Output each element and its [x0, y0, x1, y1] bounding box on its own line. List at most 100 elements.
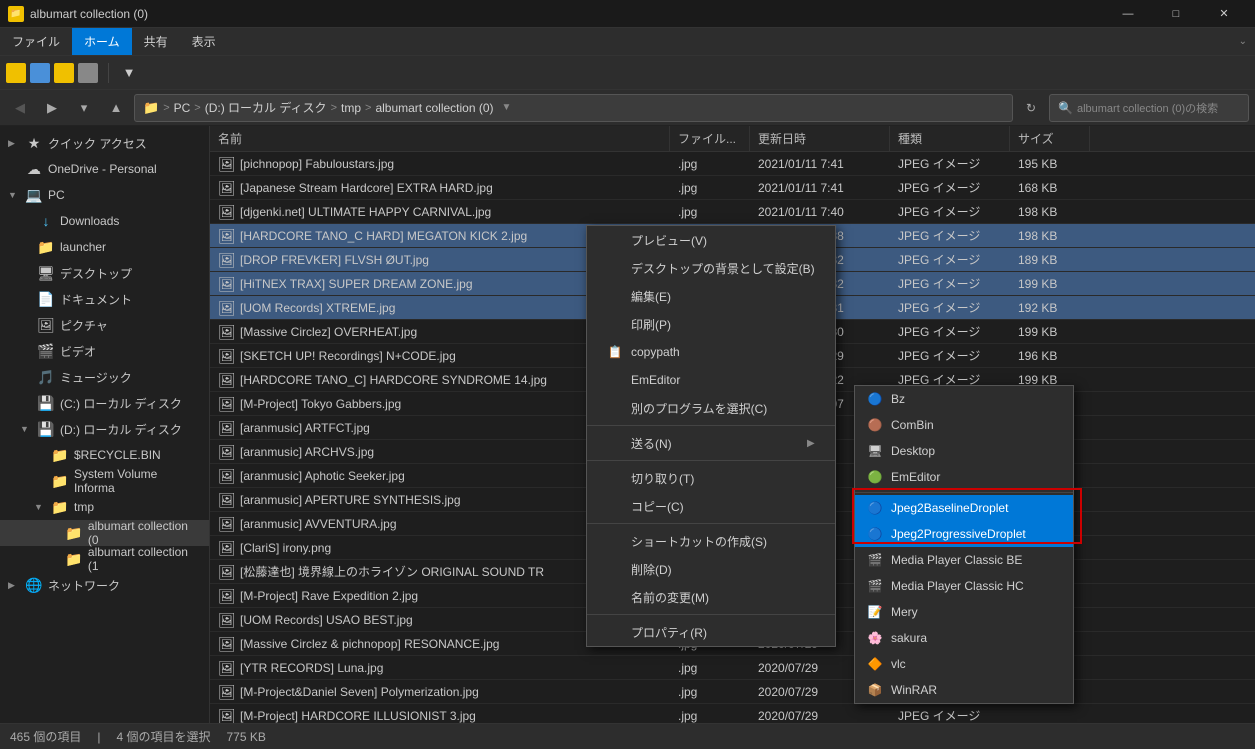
- sidebar-label-launcher: launcher: [60, 240, 106, 254]
- sidebar-label-albumart1: albumart collection (1: [88, 545, 201, 573]
- context-menu-item[interactable]: 別のプログラムを選択(C): [587, 394, 835, 422]
- submenu-item[interactable]: 🔵 Jpeg2BaselineDroplet: [855, 495, 1073, 521]
- sidebar-label-recycle: $RECYCLE.BIN: [74, 448, 161, 462]
- window-controls[interactable]: — □ ✕: [1105, 0, 1247, 28]
- nav-recent-button[interactable]: ▾: [70, 94, 98, 122]
- file-icon: 🖼: [218, 228, 234, 244]
- submenu-item[interactable]: 🎬 Media Player Classic BE: [855, 547, 1073, 573]
- path-current[interactable]: albumart collection (0): [375, 101, 493, 115]
- file-icon: 🖼: [218, 708, 234, 724]
- file-size-cell: 198 KB: [1010, 205, 1090, 219]
- submenu-item[interactable]: 🔵 Bz: [855, 386, 1073, 412]
- submenu-item[interactable]: 📦 WinRAR: [855, 677, 1073, 703]
- submenu-app-label: vlc: [891, 657, 906, 671]
- submenu-app-label: Bz: [891, 392, 905, 406]
- sidebar-item-quick-access[interactable]: ▶ ★ クイック アクセス: [0, 130, 209, 156]
- sidebar-item-local-d[interactable]: ▼ 💾 (D:) ローカル ディスク: [0, 416, 209, 442]
- context-menu-item[interactable]: プレビュー(V): [587, 226, 835, 254]
- sidebar-item-tmp[interactable]: ▼ 📁 tmp: [0, 494, 209, 520]
- context-menu-item[interactable]: 切り取り(T): [587, 464, 835, 492]
- nav-forward-button[interactable]: ▶: [38, 94, 66, 122]
- close-button[interactable]: ✕: [1201, 0, 1247, 28]
- sidebar-item-network[interactable]: ▶ 🌐 ネットワーク: [0, 572, 209, 598]
- sidebar-item-videos[interactable]: 🎬 ビデオ: [0, 338, 209, 364]
- toolbar-down-icon[interactable]: ▼: [115, 59, 143, 87]
- table-row[interactable]: 🖼 [Japanese Stream Hardcore] EXTRA HARD.…: [210, 176, 1255, 200]
- submenu-app-label: Mery: [891, 605, 918, 619]
- sidebar-label-sysvolume: System Volume Informa: [74, 467, 201, 495]
- search-box[interactable]: 🔍 albumart collection (0)の検索: [1049, 94, 1249, 122]
- address-path[interactable]: 📁 > PC > (D:) ローカル ディスク > tmp > albumart…: [134, 94, 1013, 122]
- context-item-icon: [607, 470, 623, 486]
- context-menu-item[interactable]: 📋 copypath: [587, 338, 835, 366]
- sidebar-item-documents[interactable]: 📄 ドキュメント: [0, 286, 209, 312]
- submenu-item[interactable]: 🟢 EmEditor: [855, 464, 1073, 490]
- submenu-item[interactable]: 📝 Mery: [855, 599, 1073, 625]
- context-item-icon: [607, 589, 623, 605]
- submenu-item[interactable]: 🟤 ComBin: [855, 412, 1073, 438]
- sidebar-item-pictures[interactable]: 🖼 ピクチャ: [0, 312, 209, 338]
- nav-up-button[interactable]: ▲: [102, 94, 130, 122]
- header-date[interactable]: 更新日時: [750, 126, 890, 151]
- sidebar-item-local-c[interactable]: 💾 (C:) ローカル ディスク: [0, 390, 209, 416]
- context-menu-item[interactable]: 印刷(P): [587, 310, 835, 338]
- sidebar-item-onedrive[interactable]: ☁ OneDrive - Personal: [0, 156, 209, 182]
- sidebar-item-albumart1[interactable]: 📁 albumart collection (1: [0, 546, 209, 572]
- sidebar-item-albumart0[interactable]: 📁 albumart collection (0: [0, 520, 209, 546]
- menu-file[interactable]: ファイル: [0, 28, 72, 55]
- minimize-button[interactable]: —: [1105, 0, 1151, 28]
- table-row[interactable]: 🖼 [djgenki.net] ULTIMATE HAPPY CARNIVAL.…: [210, 200, 1255, 224]
- header-name[interactable]: 名前: [210, 126, 670, 151]
- file-name: [aranmusic] ARCHVS.jpg: [240, 445, 374, 459]
- submenu-item[interactable]: 🔵 Jpeg2ProgressiveDroplet: [855, 521, 1073, 547]
- submenu-app-icon: 🔶: [867, 656, 883, 672]
- context-menu-item[interactable]: EmEditor: [587, 366, 835, 394]
- refresh-button[interactable]: ↻: [1017, 94, 1045, 122]
- table-row[interactable]: 🖼 [M-Project] HARDCORE ILLUSIONIST 3.jpg…: [210, 704, 1255, 723]
- submenu-item[interactable]: 🖥 Desktop: [855, 438, 1073, 464]
- table-row[interactable]: 🖼 [YTR RECORDS] Luna.jpg .jpg 2020/07/29…: [210, 656, 1255, 680]
- context-menu-item[interactable]: コピー(C): [587, 492, 835, 520]
- file-icon: 🖼: [218, 444, 234, 460]
- submenu-item[interactable]: 🌸 sakura: [855, 625, 1073, 651]
- path-disk[interactable]: (D:) ローカル ディスク: [205, 99, 327, 116]
- path-tmp[interactable]: tmp: [341, 101, 361, 115]
- path-pc[interactable]: PC: [174, 101, 191, 115]
- context-item-icon: [607, 316, 623, 332]
- nav-back-button[interactable]: ◀: [6, 94, 34, 122]
- context-menu-item[interactable]: 削除(D): [587, 555, 835, 583]
- file-name: [Japanese Stream Hardcore] EXTRA HARD.jp…: [240, 181, 493, 195]
- header-type[interactable]: 種類: [890, 126, 1010, 151]
- sidebar-item-downloads[interactable]: ↓ Downloads: [0, 208, 209, 234]
- sidebar-item-music[interactable]: 🎵 ミュージック: [0, 364, 209, 390]
- desktop-icon: 🖥: [38, 265, 54, 281]
- sidebar-item-sysvolume[interactable]: 📁 System Volume Informa: [0, 468, 209, 494]
- file-type-cell: JPEG イメージ: [890, 299, 1010, 316]
- context-menu-item[interactable]: 送る(N) ▶: [587, 429, 835, 457]
- table-row[interactable]: 🖼 [M-Project&Daniel Seven] Polymerizatio…: [210, 680, 1255, 704]
- submenu-app-icon: 🔵: [867, 526, 883, 542]
- sidebar-item-launcher[interactable]: 📁 launcher: [0, 234, 209, 260]
- header-ext[interactable]: ファイル...: [670, 126, 750, 151]
- maximize-button[interactable]: □: [1153, 0, 1199, 28]
- path-dropdown-icon[interactable]: ▼: [502, 102, 512, 113]
- menu-share[interactable]: 共有: [132, 28, 180, 55]
- context-menu-item[interactable]: 編集(E): [587, 282, 835, 310]
- file-name: [aranmusic] Aphotic Seeker.jpg: [240, 469, 405, 483]
- sidebar-item-desktop[interactable]: 🖥 デスクトップ: [0, 260, 209, 286]
- context-item-label: プロパティ(R): [631, 624, 707, 641]
- context-menu-item[interactable]: 名前の変更(M): [587, 583, 835, 611]
- context-menu-item[interactable]: プロパティ(R): [587, 618, 835, 646]
- context-menu-item[interactable]: デスクトップの背景として設定(B): [587, 254, 835, 282]
- submenu-item[interactable]: 🔶 vlc: [855, 651, 1073, 677]
- header-size[interactable]: サイズ: [1010, 126, 1090, 151]
- menu-home[interactable]: ホーム: [72, 28, 132, 55]
- submenu-item[interactable]: 🎬 Media Player Classic HC: [855, 573, 1073, 599]
- context-menu-item[interactable]: ショートカットの作成(S): [587, 527, 835, 555]
- sidebar-item-recycle[interactable]: 📁 $RECYCLE.BIN: [0, 442, 209, 468]
- menu-view[interactable]: 表示: [180, 28, 228, 55]
- context-item-icon: [607, 400, 623, 416]
- quick-access-pin-blue: [30, 63, 50, 83]
- sidebar-item-pc[interactable]: ▼ 💻 PC: [0, 182, 209, 208]
- table-row[interactable]: 🖼 [pichnopop] Fabuloustars.jpg .jpg 2021…: [210, 152, 1255, 176]
